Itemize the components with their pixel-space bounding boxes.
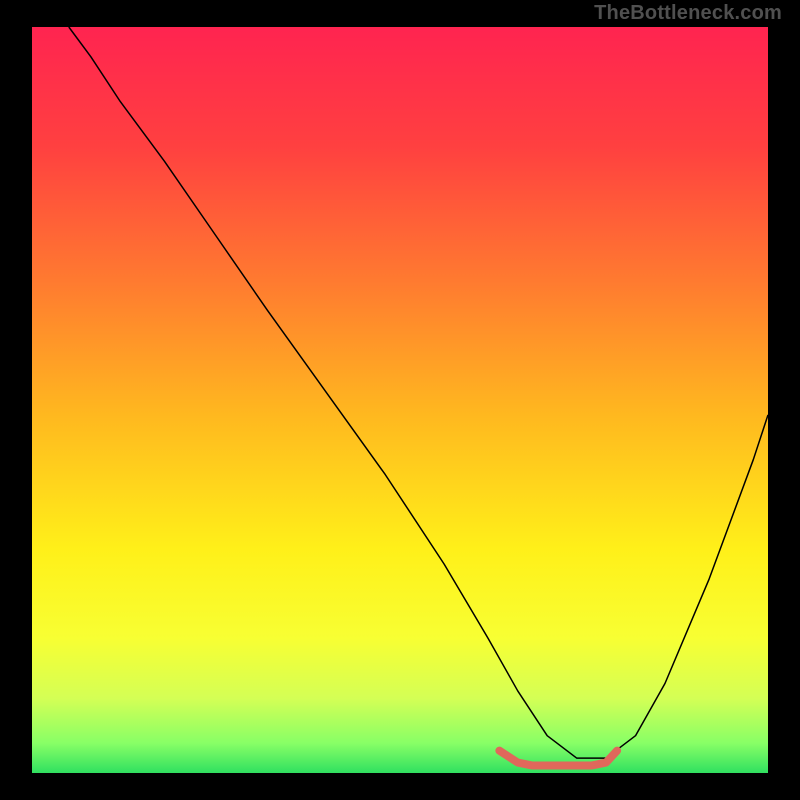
plot-background bbox=[32, 27, 768, 773]
bottleneck-chart bbox=[0, 0, 800, 800]
watermark-text: TheBottleneck.com bbox=[594, 2, 782, 25]
